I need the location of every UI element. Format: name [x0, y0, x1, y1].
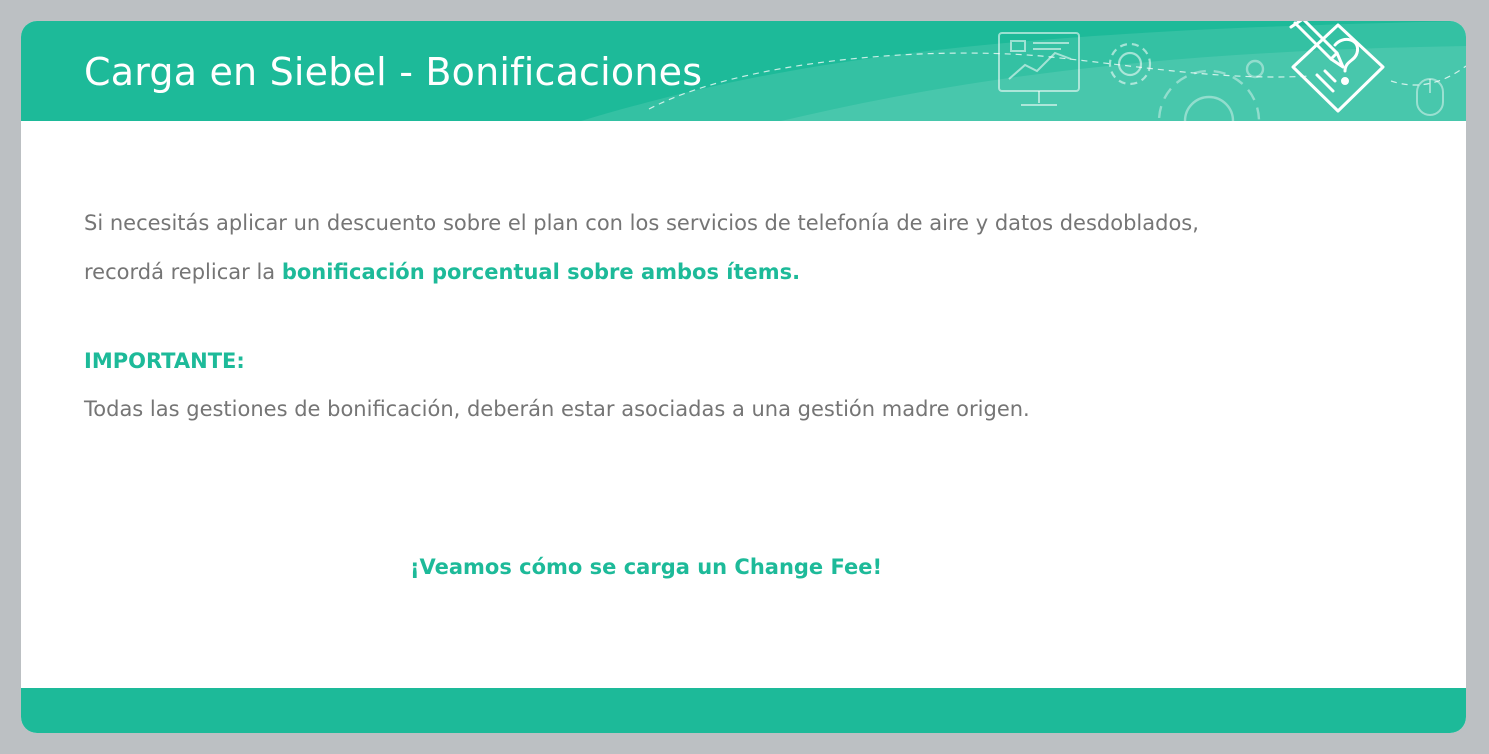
paragraph-line-1: Si necesitás aplicar un descuento sobre …: [84, 211, 1199, 235]
slide-panel: Carga en Siebel - Bonificaciones Si nece…: [21, 21, 1466, 733]
paragraph-emphasis: bonificación porcentual sobre ambos ítem…: [281, 260, 801, 284]
paragraph-line-2: recordá replicar la bonificación porcent…: [84, 248, 1404, 297]
call-to-action: ¡Veamos cómo se carga un Change Fee!: [409, 555, 883, 579]
important-label: IMPORTANTE:: [84, 349, 245, 373]
footer-bar: [21, 688, 1466, 733]
page-title: Carga en Siebel - Bonificaciones: [84, 50, 703, 94]
document-pencil-question-icon: [1289, 21, 1385, 113]
paragraph-line-2-prefix: recordá replicar la: [84, 260, 282, 284]
header-banner: Carga en Siebel - Bonificaciones: [21, 21, 1466, 121]
important-text: Todas las gestiones de bonificación, deb…: [84, 397, 1030, 421]
main-paragraph: Si necesitás aplicar un descuento sobre …: [84, 199, 1404, 297]
